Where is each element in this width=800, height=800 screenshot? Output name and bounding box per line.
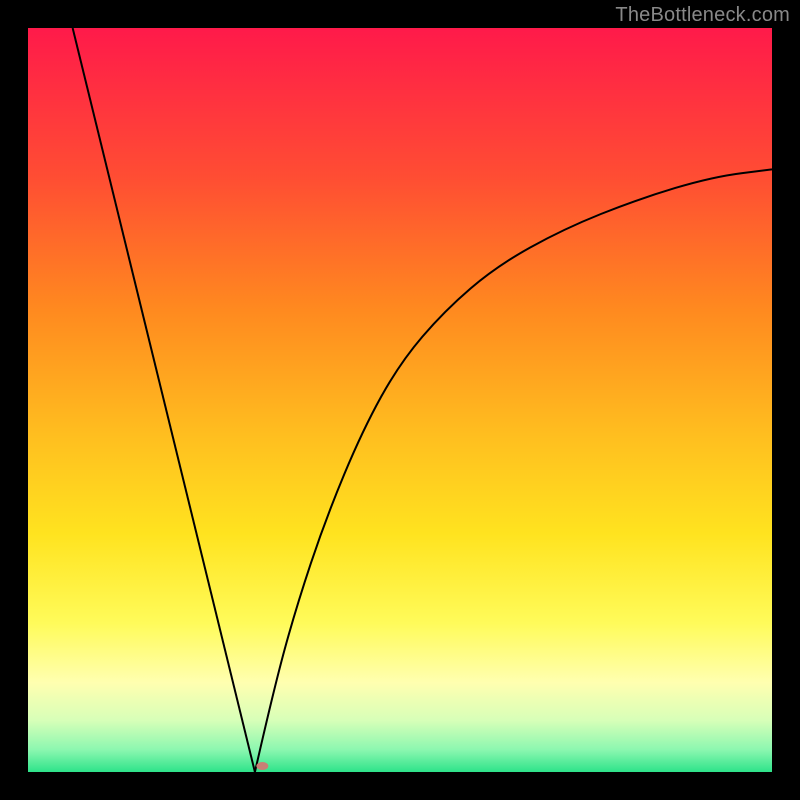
chart-frame: TheBottleneck.com — [0, 0, 800, 800]
chart-svg — [28, 28, 772, 772]
chart-plot-area — [28, 28, 772, 772]
minimum-marker — [256, 762, 268, 770]
chart-background-gradient — [28, 28, 772, 772]
watermark-text: TheBottleneck.com — [615, 4, 790, 27]
